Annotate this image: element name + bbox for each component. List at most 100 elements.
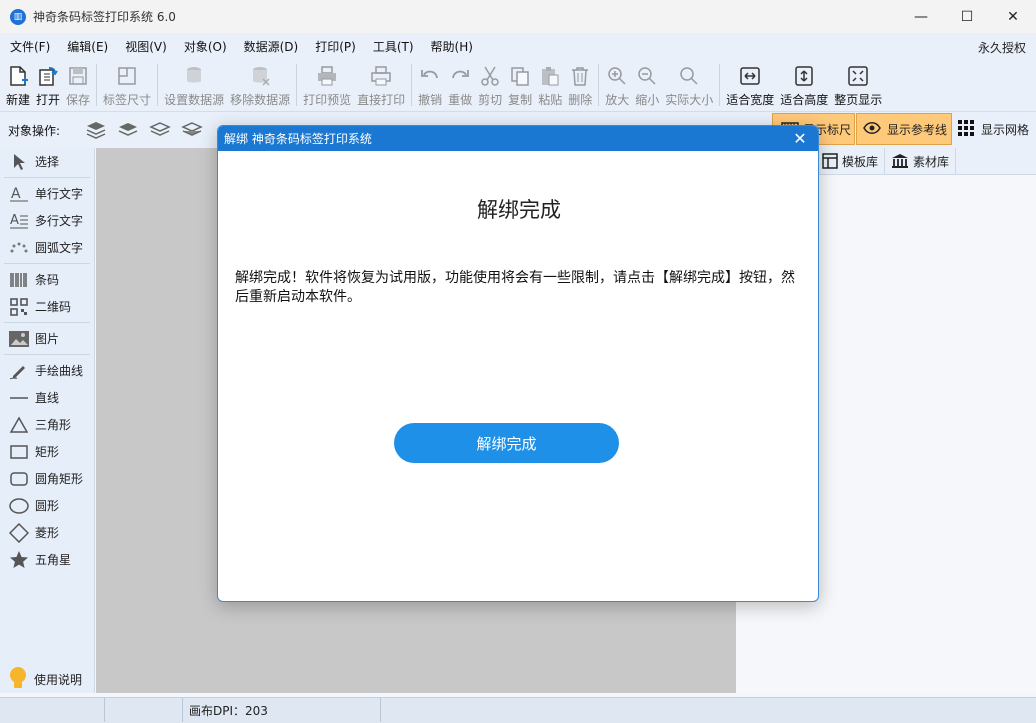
set-datasource-button[interactable]: 设置数据源 xyxy=(164,59,224,111)
unbind-dialog: 解绑 神奇条码标签打印系统 ✕ 解绑完成 解绑完成！软件将恢复为试用版，功能使用… xyxy=(217,125,819,602)
direct-print-button[interactable]: 直接打印 xyxy=(357,59,405,111)
tool-rounded-rect[interactable]: 圆角矩形 xyxy=(0,465,94,492)
new-button[interactable]: 新建 xyxy=(6,59,30,111)
tool-multi-text[interactable]: A 多行文字 xyxy=(0,207,94,234)
dialog-heading: 解绑完成 xyxy=(477,198,561,222)
undo-icon xyxy=(418,64,442,88)
open-button[interactable]: 打开 xyxy=(36,59,60,111)
eye-icon xyxy=(863,121,881,138)
show-guides-label: 显示参考线 xyxy=(887,122,948,137)
panel-divider xyxy=(4,263,90,264)
qrcode-icon xyxy=(8,296,30,318)
arc-text-icon xyxy=(8,237,30,259)
label-size-icon xyxy=(115,64,139,88)
cursor-icon xyxy=(8,151,30,173)
line-icon xyxy=(8,387,30,409)
zoom-out-button[interactable]: 缩小 xyxy=(635,59,659,111)
send-backward-icon[interactable] xyxy=(144,117,176,143)
dialog-titlebar: 解绑 神奇条码标签打印系统 xyxy=(218,126,818,151)
toolbar-separator xyxy=(96,64,98,106)
remove-datasource-button[interactable]: 移除数据源 xyxy=(230,59,290,111)
tool-single-text[interactable]: A 单行文字 xyxy=(0,180,94,207)
copy-button[interactable]: 复制 xyxy=(508,59,532,111)
full-page-icon xyxy=(846,64,870,88)
main-toolbar: 新建 打开 保存 标签尺寸 设置数据源 移除数据源 打印预览 直接打印 撤销 重… xyxy=(0,59,1036,111)
tool-rectangle[interactable]: 矩形 xyxy=(0,438,94,465)
delete-button[interactable]: 删除 xyxy=(568,59,592,111)
window-title: 神奇条码标签打印系统 6.0 xyxy=(33,10,176,24)
tab-templates[interactable]: 模板库 xyxy=(816,148,886,174)
tool-diamond[interactable]: 菱形 xyxy=(0,519,94,546)
menu-help[interactable]: 帮助(H) xyxy=(421,38,480,55)
tool-line[interactable]: 直线 xyxy=(0,384,94,411)
undo-button[interactable]: 撤销 xyxy=(418,59,442,111)
zoom-in-button[interactable]: 放大 xyxy=(605,59,629,111)
cut-button[interactable]: 剪切 xyxy=(478,59,502,111)
tool-freehand[interactable]: 手绘曲线 xyxy=(0,357,94,384)
menu-print[interactable]: 打印(P) xyxy=(305,38,363,55)
panel-divider xyxy=(4,354,90,355)
tool-select[interactable]: 选择 xyxy=(0,148,94,175)
tool-triangle[interactable]: 三角形 xyxy=(0,411,94,438)
toolbar-separator xyxy=(296,64,298,106)
print-preview-icon xyxy=(315,64,339,88)
bring-forward-icon[interactable] xyxy=(112,117,144,143)
zoom-out-icon xyxy=(635,64,659,88)
label-size-button[interactable]: 标签尺寸 xyxy=(103,59,151,111)
tool-arc-text[interactable]: 圆弧文字 xyxy=(0,234,94,261)
toolbar-separator xyxy=(719,64,721,106)
toolbar-separator xyxy=(411,64,413,106)
fit-width-button[interactable]: 适合宽度 xyxy=(726,59,774,111)
menu-tools[interactable]: 工具(T) xyxy=(363,38,421,55)
diamond-icon xyxy=(8,522,30,544)
tab-assets[interactable]: 素材库 xyxy=(885,148,957,174)
tool-image[interactable]: 图片 xyxy=(0,325,94,352)
status-cell-2 xyxy=(105,698,183,722)
actual-size-button[interactable]: 实际大小 xyxy=(665,59,713,111)
close-button[interactable]: ✕ xyxy=(990,0,1036,33)
send-back-icon[interactable] xyxy=(176,117,208,143)
menu-datasource[interactable]: 数据源(D) xyxy=(234,38,306,55)
database-icon xyxy=(182,64,206,88)
library-building-icon xyxy=(891,153,909,169)
triangle-icon xyxy=(8,414,30,436)
toolbar-separator xyxy=(157,64,159,106)
svg-text:A: A xyxy=(10,213,19,228)
menu-edit[interactable]: 编辑(E) xyxy=(57,38,115,55)
print-preview-button[interactable]: 打印预览 xyxy=(303,59,351,111)
menu-file[interactable]: 文件(F) xyxy=(0,38,57,55)
fit-height-button[interactable]: 适合高度 xyxy=(780,59,828,111)
tool-circle[interactable]: 圆形 xyxy=(0,492,94,519)
show-grid-toggle[interactable]: 显示网格 xyxy=(955,113,1036,145)
menu-object[interactable]: 对象(O) xyxy=(174,38,234,55)
dialog-close-icon[interactable]: ✕ xyxy=(790,129,810,148)
maximize-button[interactable]: ☐ xyxy=(944,0,990,33)
save-button[interactable]: 保存 xyxy=(66,59,90,111)
printer-icon xyxy=(369,64,393,88)
rectangle-icon xyxy=(8,441,30,463)
status-bar: 画布DPI：203 xyxy=(0,697,1036,723)
redo-button[interactable]: 重做 xyxy=(448,59,472,111)
status-cell-4 xyxy=(381,698,1035,722)
toolbar-separator xyxy=(598,64,600,106)
menu-view[interactable]: 视图(V) xyxy=(115,38,174,55)
minimize-button[interactable]: — xyxy=(898,0,944,33)
help-link[interactable]: 使用说明 xyxy=(8,666,82,693)
show-guides-toggle[interactable]: 显示参考线 xyxy=(856,113,952,145)
bring-front-icon[interactable] xyxy=(80,117,112,143)
paste-icon xyxy=(538,64,562,88)
full-page-button[interactable]: 整页显示 xyxy=(834,59,882,111)
paste-button[interactable]: 粘贴 xyxy=(538,59,562,111)
tool-barcode[interactable]: 条码 xyxy=(0,266,94,293)
tool-star[interactable]: 五角星 xyxy=(0,546,94,573)
tool-panel: 选择 A 单行文字 A 多行文字 圆弧文字 条码 二维码 图片 手绘曲线 直线 … xyxy=(0,148,95,693)
unbind-complete-button[interactable]: 解绑完成 xyxy=(394,423,619,463)
dialog-message: 解绑完成！软件将恢复为试用版，功能使用将会有一些限制，请点击【解绑完成】按钮，然… xyxy=(235,270,795,305)
app-logo-icon: ▥ xyxy=(10,8,26,25)
open-file-icon xyxy=(36,64,60,88)
license-link[interactable]: 永久授权 xyxy=(978,39,1026,56)
tool-qrcode[interactable]: 二维码 xyxy=(0,293,94,320)
app-window: ▥ 神奇条码标签打印系统 6.0 — ☐ ✕ 文件(F) 编辑(E) 视图(V)… xyxy=(0,0,1036,723)
text-multi-icon: A xyxy=(8,210,30,232)
lightbulb-icon xyxy=(8,666,28,693)
